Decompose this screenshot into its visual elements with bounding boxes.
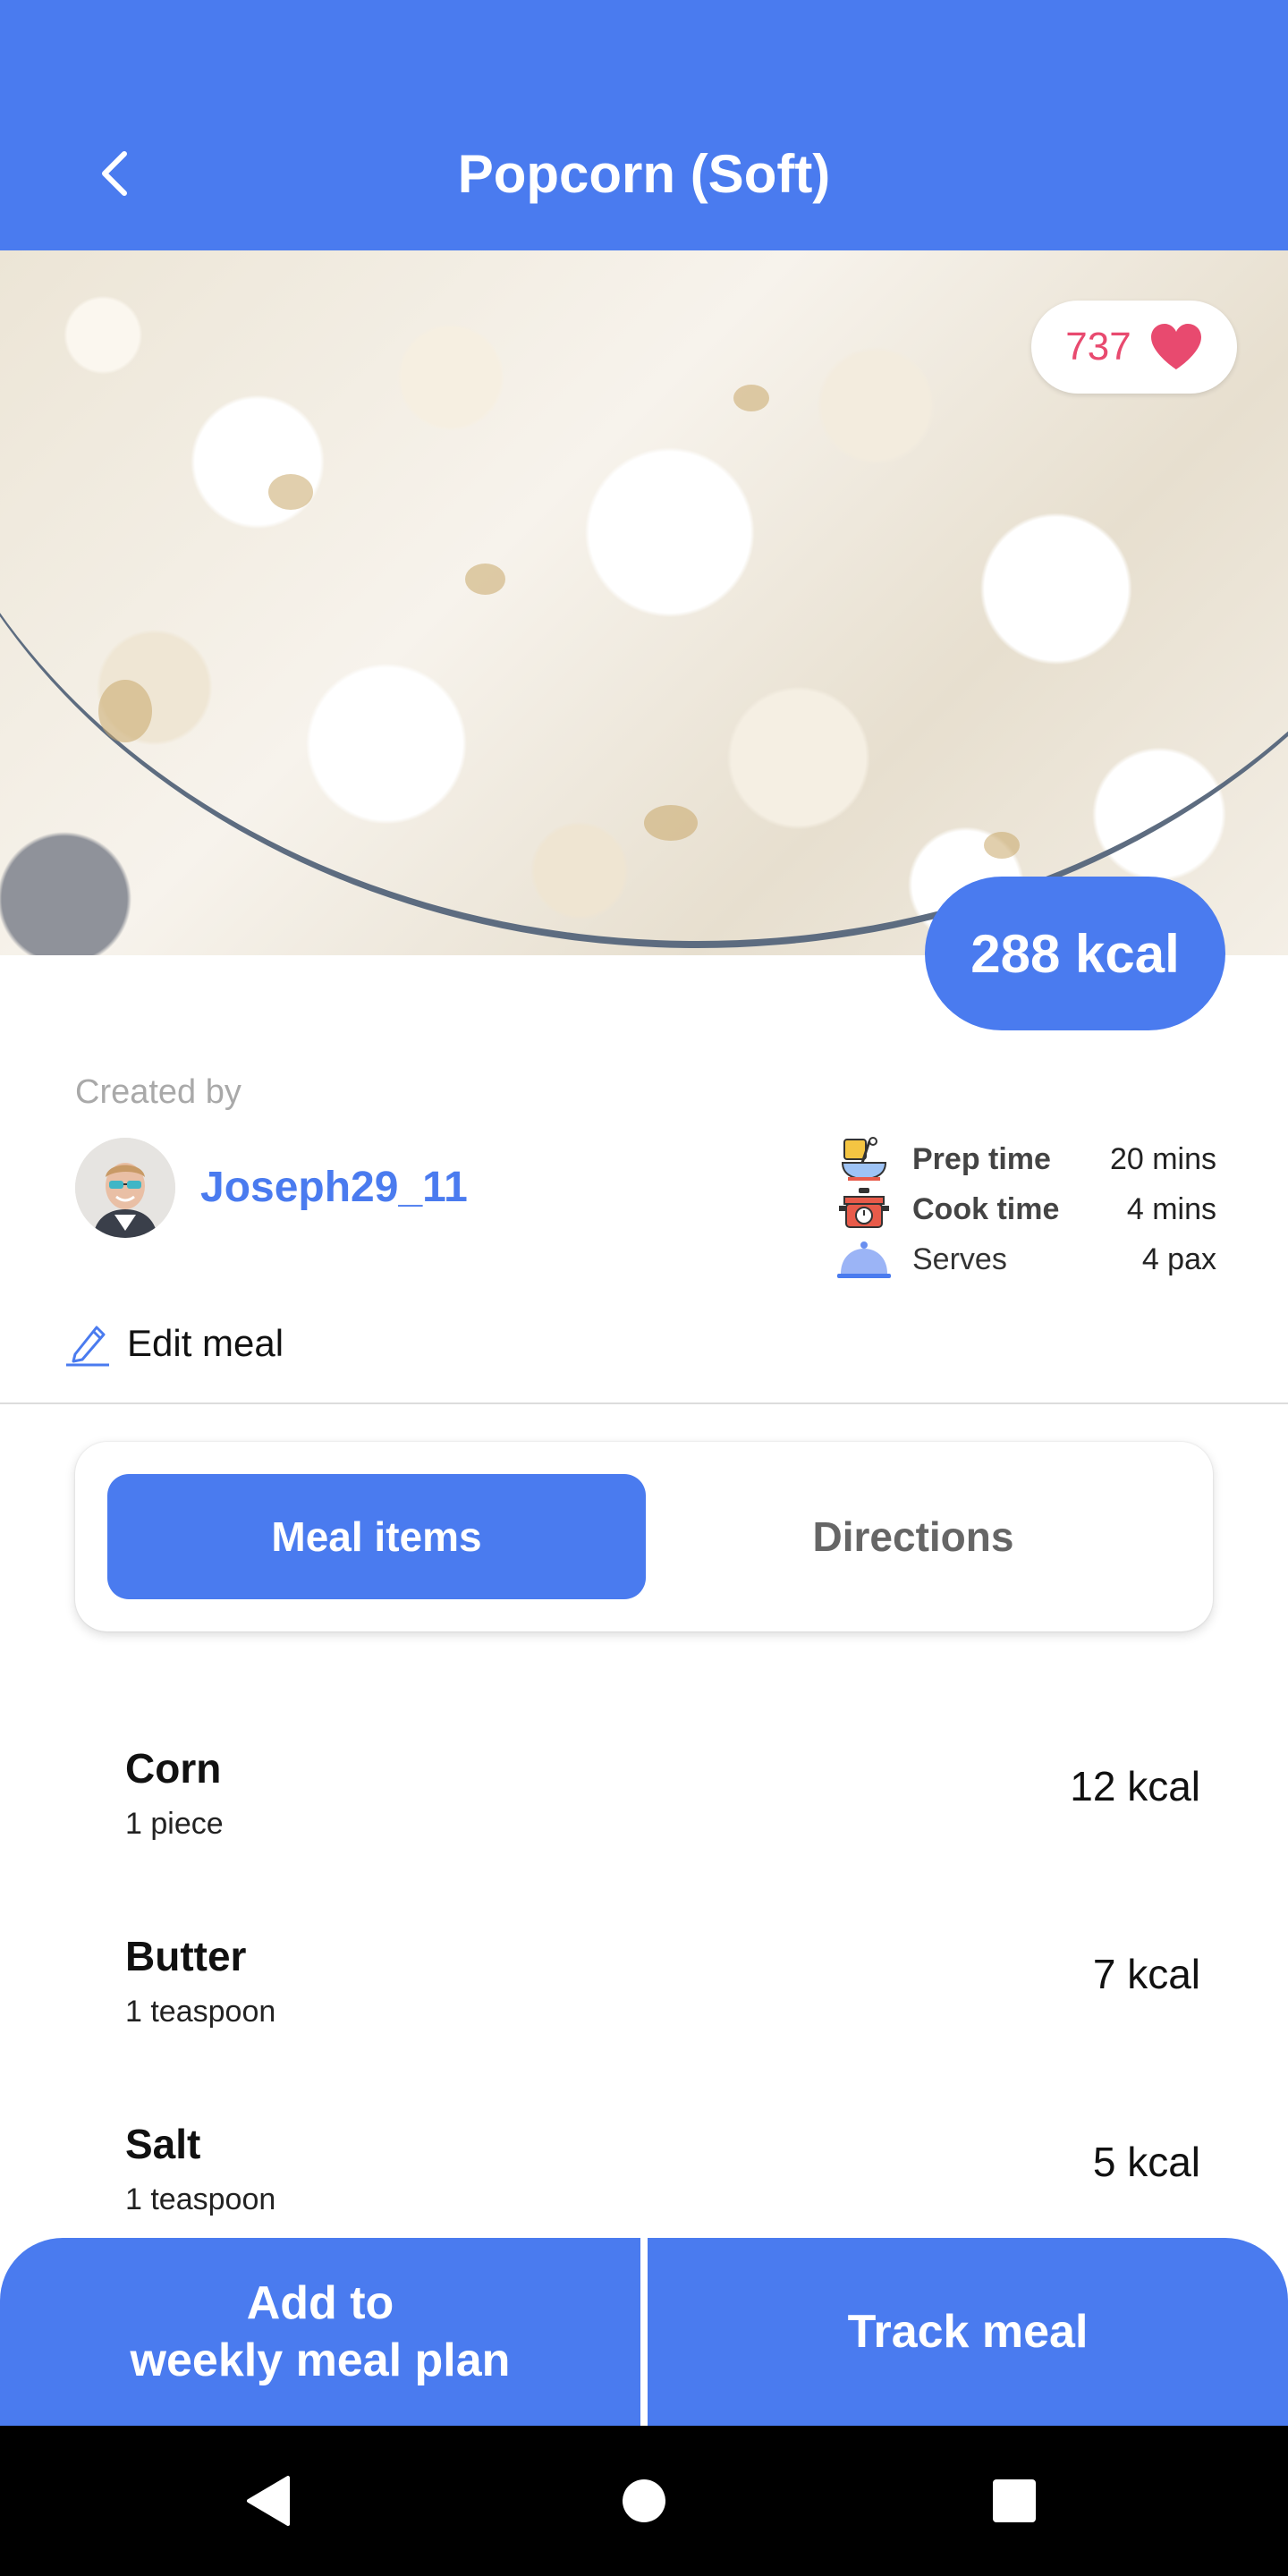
prep-time-row: Prep time 20 mins (832, 1134, 1216, 1184)
track-meal-button[interactable]: Track meal (648, 2238, 1288, 2426)
edit-meal-button[interactable]: Edit meal (64, 1320, 284, 1367)
author-name[interactable]: Joseph29_11 (200, 1163, 468, 1212)
kernel (733, 385, 769, 411)
prep-bowl-icon (832, 1135, 896, 1183)
divider (0, 1402, 1288, 1404)
heart-icon (1150, 324, 1201, 369)
calories-badge: 288 kcal (925, 877, 1225, 1030)
nav-back-button[interactable] (231, 2463, 306, 2538)
avatar[interactable] (75, 1138, 175, 1238)
likes-count: 737 (1065, 325, 1131, 369)
list-item[interactable]: Butter 1 teaspoon 7 kcal (0, 1923, 1288, 2057)
prep-time-value: 20 mins (1109, 1141, 1216, 1176)
add-to-meal-plan-button[interactable]: Add to weekly meal plan (0, 2238, 640, 2426)
tab-directions[interactable]: Directions (644, 1474, 1182, 1599)
item-quantity: 1 teaspoon (125, 1995, 276, 2029)
cloche-icon (832, 1235, 896, 1284)
square-recents-icon (993, 2479, 1036, 2522)
meal-meta: Prep time 20 mins Cook time 4 mins Serve… (832, 1134, 1216, 1284)
add-to-plan-line1: Add to (246, 2277, 394, 2329)
app-header: Popcorn (Soft) (0, 0, 1288, 250)
circle-home-icon (623, 2479, 665, 2522)
item-quantity: 1 teaspoon (125, 2182, 276, 2216)
kernel (98, 680, 152, 742)
prep-time-label: Prep time (912, 1141, 1051, 1176)
item-calories: 5 kcal (1092, 2139, 1200, 2185)
kernel (268, 474, 313, 510)
triangle-back-icon (247, 2476, 290, 2526)
nav-recents-button[interactable] (977, 2463, 1052, 2538)
add-to-plan-line2: weekly meal plan (130, 2334, 511, 2386)
serves-row: Serves 4 pax (832, 1234, 1216, 1284)
kernel (984, 832, 1020, 859)
created-by-label: Created by (75, 1073, 242, 1111)
edit-meal-label: Edit meal (127, 1322, 284, 1364)
tab-bar: Meal items Directions (75, 1442, 1213, 1631)
item-name: Butter (125, 1933, 247, 1979)
cook-time-label: Cook time (912, 1191, 1060, 1226)
action-bar: Add to weekly meal plan Track meal (0, 2238, 1288, 2426)
page-title: Popcorn (Soft) (457, 144, 831, 204)
item-quantity: 1 piece (125, 1807, 224, 1841)
nav-home-button[interactable] (606, 2463, 682, 2538)
item-name: Corn (125, 1745, 222, 1792)
kernel (644, 805, 698, 841)
cook-time-row: Cook time 4 mins (832, 1184, 1216, 1234)
item-calories: 12 kcal (1070, 1763, 1200, 1809)
cooking-pot-icon (832, 1185, 896, 1233)
serves-value: 4 pax (1141, 1241, 1216, 1276)
pencil-icon (66, 1326, 109, 1367)
system-nav-bar (0, 2426, 1288, 2576)
list-item[interactable]: Corn 1 piece 12 kcal (0, 1735, 1288, 1869)
item-name: Salt (125, 2121, 201, 2167)
avatar-image (75, 1138, 175, 1238)
serves-label: Serves (912, 1241, 1007, 1276)
item-calories: 7 kcal (1092, 1951, 1200, 1997)
likes-badge[interactable]: 737 (1031, 301, 1237, 394)
list-item[interactable]: Salt 1 teaspoon 5 kcal (0, 2111, 1288, 2245)
tab-meal-items[interactable]: Meal items (107, 1474, 646, 1599)
kernel (465, 564, 505, 595)
cook-time-value: 4 mins (1126, 1191, 1216, 1226)
